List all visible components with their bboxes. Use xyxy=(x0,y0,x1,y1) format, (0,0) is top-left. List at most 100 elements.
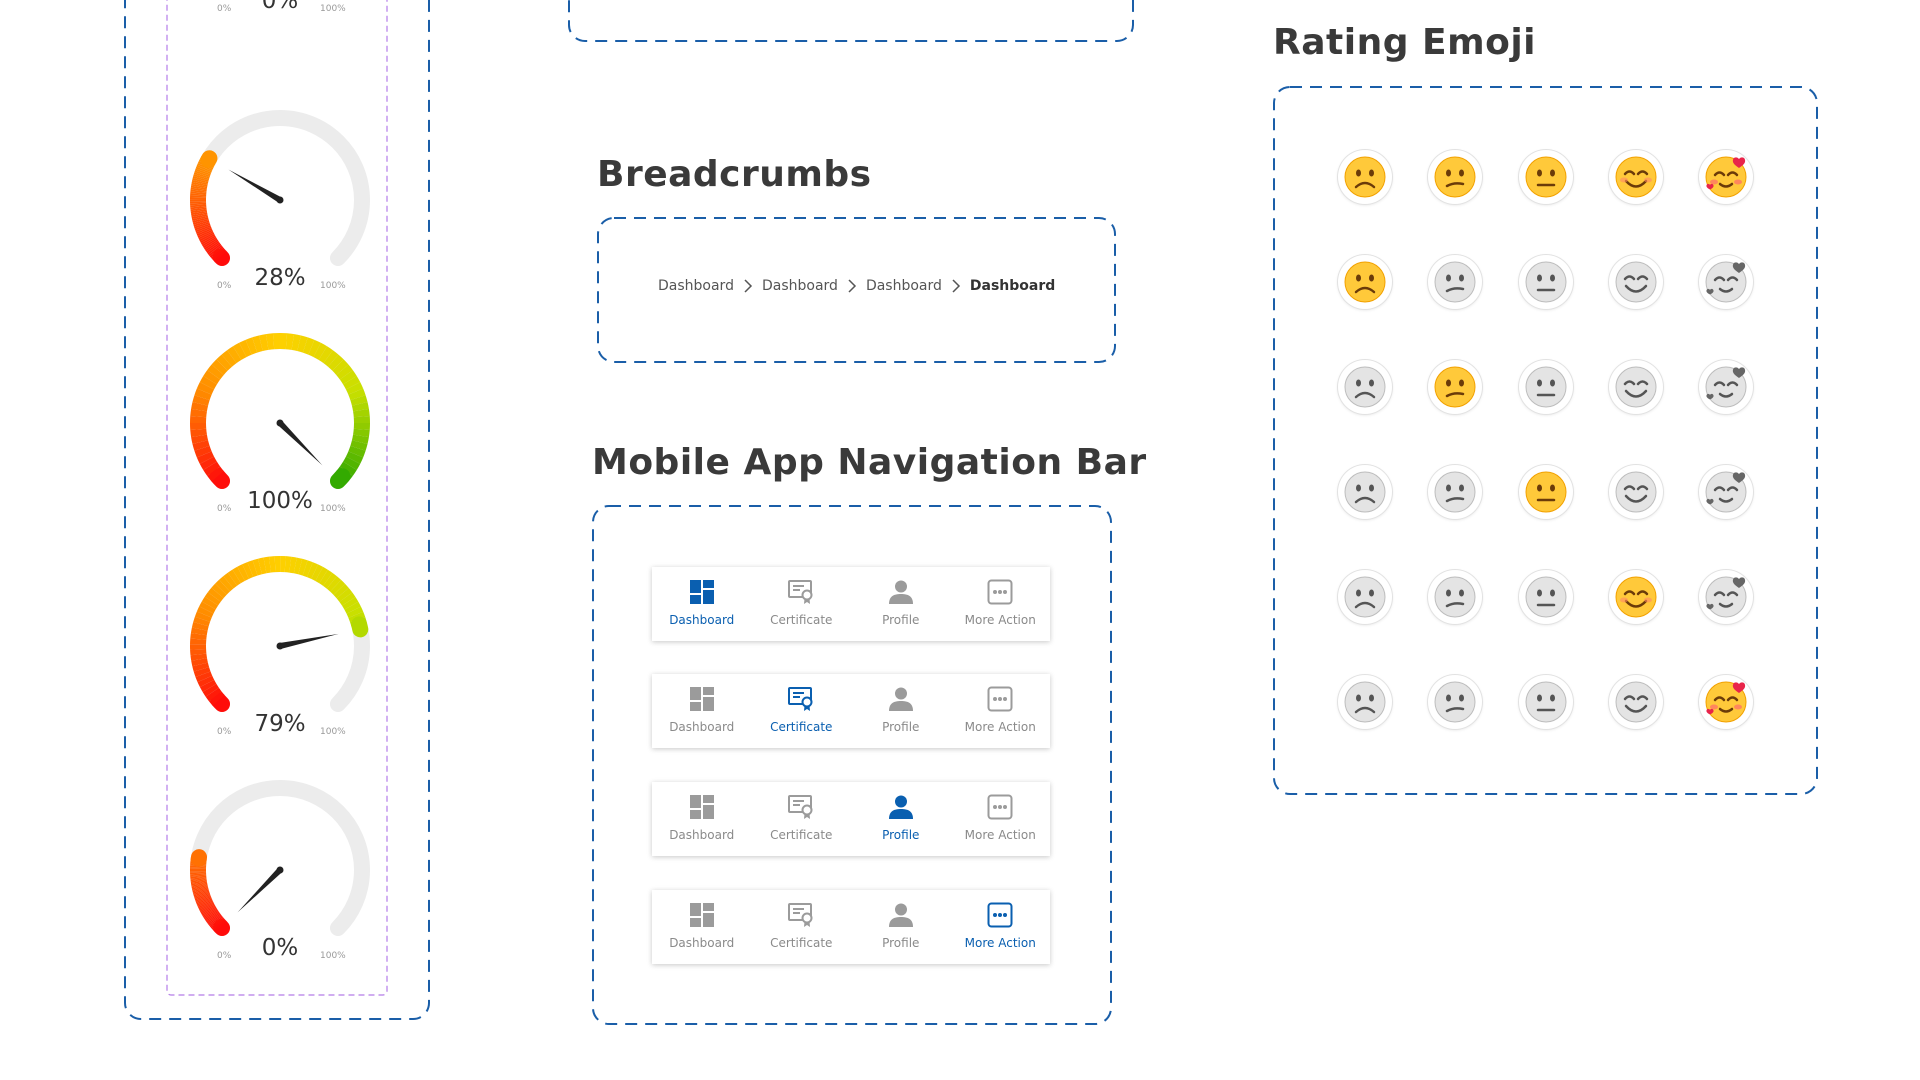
nav-item-profile[interactable]: Profile xyxy=(851,674,951,748)
smiling-face-icon[interactable] xyxy=(1609,465,1663,519)
loving-face-icon[interactable] xyxy=(1699,360,1753,414)
gauge-value-arc xyxy=(194,445,212,458)
gauge-value-arc xyxy=(219,576,234,592)
nav-item-more-action[interactable]: More Action xyxy=(951,567,1051,641)
gauge-value-arc xyxy=(204,910,219,921)
nav-item-profile[interactable]: Profile xyxy=(851,890,951,964)
gauge-value-arc xyxy=(193,616,211,627)
gauge: 100% 0% 100% xyxy=(185,328,375,518)
frowning-face-icon[interactable] xyxy=(1338,360,1392,414)
neutral-face-icon[interactable] xyxy=(1519,570,1573,624)
gauge-value-arc xyxy=(201,906,217,916)
frowning-face-icon[interactable] xyxy=(1338,675,1392,729)
nav-item-profile[interactable]: Profile xyxy=(851,567,951,641)
smiling-face-icon[interactable] xyxy=(1609,150,1663,204)
smiling-face-icon[interactable] xyxy=(1609,360,1663,414)
gauge-max-label: 100% xyxy=(320,504,346,514)
loving-face-icon[interactable] xyxy=(1699,255,1753,309)
rating-title: Rating Emoji xyxy=(1273,22,1537,63)
nav-item-certificate[interactable]: Certificate xyxy=(752,567,852,641)
nav-item-more-action[interactable]: More Action xyxy=(951,674,1051,748)
nav-item-dashboard[interactable]: Dashboard xyxy=(652,567,752,641)
confused-face-icon[interactable] xyxy=(1428,465,1482,519)
nav-item-certificate[interactable]: Certificate xyxy=(752,890,852,964)
gauge-value-arc xyxy=(199,902,215,911)
neutral-face-icon[interactable] xyxy=(1519,150,1573,204)
nav-item-label: Certificate xyxy=(770,936,833,950)
gauge-value-arc xyxy=(194,388,212,401)
bottom-navigation-bar: Dashboard Certificate Profile More Action xyxy=(652,674,1050,748)
top-partial-panel-border xyxy=(568,0,1134,42)
loving-face-icon[interactable] xyxy=(1699,570,1753,624)
frowning-face-icon[interactable] xyxy=(1338,570,1392,624)
gauge-value-arc xyxy=(210,917,224,929)
gauge-value-arc xyxy=(215,579,230,595)
frowning-face-icon[interactable] xyxy=(1338,150,1392,204)
loving-face-icon[interactable] xyxy=(1699,150,1753,204)
gauge-value-arc xyxy=(204,909,219,920)
gauge-value-arc xyxy=(232,566,245,584)
breadcrumb-item[interactable]: Dashboard xyxy=(762,278,838,294)
gauge-value-arc xyxy=(323,350,339,367)
nav-item-more-action[interactable]: More Action xyxy=(951,782,1051,856)
loving-face-icon[interactable] xyxy=(1699,675,1753,729)
confused-face-icon[interactable] xyxy=(1428,675,1482,729)
neutral-face-icon[interactable] xyxy=(1519,465,1573,519)
nav-item-dashboard[interactable]: Dashboard xyxy=(652,674,752,748)
confused-face-icon[interactable] xyxy=(1428,150,1482,204)
nav-item-dashboard[interactable]: Dashboard xyxy=(652,890,752,964)
frowning-face-icon[interactable] xyxy=(1338,255,1392,309)
nav-item-profile[interactable]: Profile xyxy=(851,782,951,856)
more-action-icon xyxy=(985,684,1015,714)
gauge-value-arc xyxy=(191,658,208,667)
dashboard-icon xyxy=(687,792,717,822)
loving-face-icon[interactable] xyxy=(1699,465,1753,519)
gauge-value-arc xyxy=(298,558,308,576)
gauge-value-arc xyxy=(196,228,213,237)
gauge-value-arc xyxy=(237,564,250,581)
gauge-value-arc xyxy=(297,335,308,353)
gauge-value-label: 0% xyxy=(261,935,299,961)
gauge-value-arc xyxy=(353,408,370,418)
chevron-right-icon xyxy=(734,278,762,294)
gauge-value-arc xyxy=(263,556,272,574)
smiling-face-icon[interactable] xyxy=(1609,255,1663,309)
gauge-value-arc xyxy=(214,920,227,933)
gauge-value-arc xyxy=(194,221,210,229)
smiling-face-icon[interactable] xyxy=(1609,675,1663,729)
gauge-value-arc xyxy=(205,911,220,922)
gauge-value-arc xyxy=(258,334,269,352)
confused-face-icon[interactable] xyxy=(1428,570,1482,624)
gauge-value-arc xyxy=(190,632,207,640)
gauge-value-arc xyxy=(200,150,218,168)
breadcrumb-item[interactable]: Dashboard xyxy=(658,278,734,294)
gauge-value-arc xyxy=(211,583,227,599)
nav-item-certificate[interactable]: Certificate xyxy=(752,782,852,856)
confused-face-icon[interactable] xyxy=(1428,255,1482,309)
breadcrumb-item[interactable]: Dashboard xyxy=(866,278,942,294)
smiling-face-icon[interactable] xyxy=(1609,570,1663,624)
gauge-value-arc xyxy=(339,592,356,606)
gauge-value-arc xyxy=(201,905,216,915)
nav-item-dashboard[interactable]: Dashboard xyxy=(652,782,752,856)
gauge-value-arc xyxy=(199,232,215,242)
nav-item-more-action[interactable]: More Action xyxy=(951,890,1051,964)
neutral-face-icon[interactable] xyxy=(1519,675,1573,729)
nav-item-certificate[interactable]: Certificate xyxy=(752,674,852,748)
neutral-face-icon[interactable] xyxy=(1519,360,1573,414)
gauge-value-arc xyxy=(199,375,217,390)
neutral-face-icon[interactable] xyxy=(1519,255,1573,309)
gauge-value-arc xyxy=(195,166,212,175)
gauge-value-arc xyxy=(208,244,223,257)
gauge-value-arc xyxy=(196,164,212,173)
gauge-value-arc xyxy=(207,587,224,602)
more-action-icon xyxy=(985,577,1015,607)
gauge-min-label: 0% xyxy=(217,4,232,14)
gauge-value-arc xyxy=(192,662,210,672)
gauge-min-label: 0% xyxy=(217,951,232,961)
gauge-value-arc xyxy=(208,914,222,926)
nav-item-label: Certificate xyxy=(770,613,833,627)
gauge-value-arc xyxy=(203,370,221,385)
confused-face-icon[interactable] xyxy=(1428,360,1482,414)
frowning-face-icon[interactable] xyxy=(1338,465,1392,519)
